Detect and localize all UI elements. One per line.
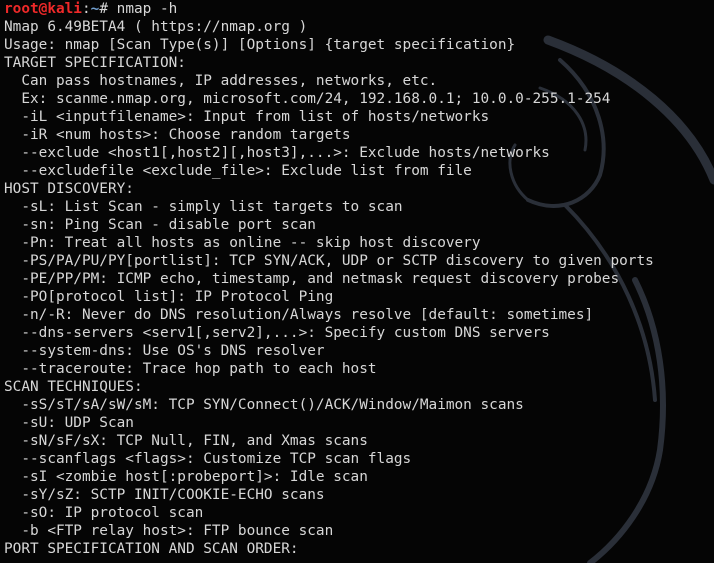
output-line: -sL: List Scan - simply list targets to … (4, 199, 403, 215)
output-line: --dns-servers <serv1[,serv2],...>: Speci… (4, 325, 550, 341)
output-line: --excludefile <exclude_file>: Exclude li… (4, 163, 472, 179)
output-line: -sn: Ping Scan - disable port scan (4, 217, 316, 233)
output-line: -sO: IP protocol scan (4, 505, 204, 521)
output-line: --system-dns: Use OS's DNS resolver (4, 343, 325, 359)
output-line: -PS/PA/PU/PY[portlist]: TCP SYN/ACK, UDP… (4, 253, 654, 269)
output-line: -sS/sT/sA/sW/sM: TCP SYN/Connect()/ACK/W… (4, 397, 524, 413)
section-heading: SCAN TECHNIQUES: (4, 379, 143, 395)
output-line: -n/-R: Never do DNS resolution/Always re… (4, 307, 594, 323)
output-line: -b <FTP relay host>: FTP bounce scan (4, 523, 334, 539)
output-line: -sU: UDP Scan (4, 415, 134, 431)
output-line: -sY/sZ: SCTP INIT/COOKIE-ECHO scans (4, 487, 325, 503)
output-line: -iL <inputfilename>: Input from list of … (4, 109, 490, 125)
terminal-window[interactable]: root@kali:~# nmap -h Nmap 6.49BETA4 ( ht… (0, 0, 714, 563)
terminal-output: root@kali:~# nmap -h Nmap 6.49BETA4 ( ht… (4, 0, 714, 558)
output-line: Ex: scanme.nmap.org, microsoft.com/24, 1… (4, 91, 611, 107)
output-line: -iR <num hosts>: Choose random targets (4, 127, 351, 143)
prompt-separator: : (81, 1, 91, 17)
output-line: --exclude <host1[,host2][,host3],...>: E… (4, 145, 550, 161)
output-line: -PO[protocol list]: IP Protocol Ping (4, 289, 334, 305)
prompt-symbol: # (99, 1, 117, 17)
prompt-line: root@kali:~# nmap -h (4, 0, 714, 18)
section-heading: TARGET SPECIFICATION: (4, 55, 186, 71)
section-heading: HOST DISCOVERY: (4, 181, 134, 197)
prompt-command: nmap -h (116, 1, 178, 17)
output-line: Usage: nmap [Scan Type(s)] [Options] {ta… (4, 37, 516, 53)
output-line: --traceroute: Trace hop path to each hos… (4, 361, 377, 377)
output-line: --scanflags <flags>: Customize TCP scan … (4, 451, 412, 467)
output-line: Can pass hostnames, IP addresses, networ… (4, 73, 438, 89)
output-line: -sN/sF/sX: TCP Null, FIN, and Xmas scans (4, 433, 368, 449)
prompt-user-host: root@kali (4, 1, 82, 17)
output-line: Nmap 6.49BETA4 ( https://nmap.org ) (4, 19, 308, 35)
section-heading: PORT SPECIFICATION AND SCAN ORDER: (4, 541, 299, 557)
output-line: -Pn: Treat all hosts as online -- skip h… (4, 235, 481, 251)
output-line: -sI <zombie host[:probeport]>: Idle scan (4, 469, 368, 485)
output-line: -PE/PP/PM: ICMP echo, timestamp, and net… (4, 271, 620, 287)
